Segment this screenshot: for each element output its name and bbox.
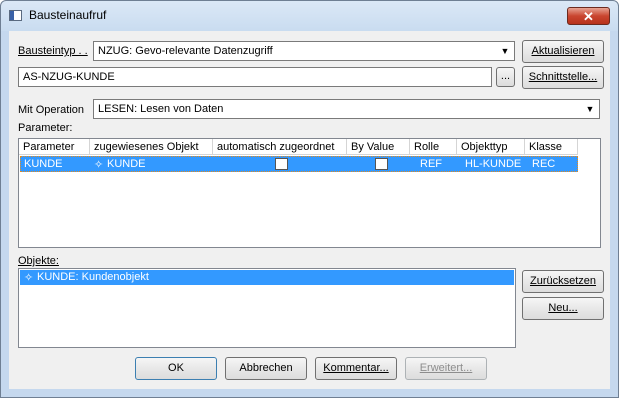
schnittstelle-button[interactable]: Schnittstelle... <box>522 66 604 89</box>
by-value-checkbox[interactable] <box>375 158 388 170</box>
baustein-name-field[interactable]: AS-NZUG-KUNDE <box>18 67 492 87</box>
dialog-client: Bausteintyp . . NZUG: Gevo-relevante Dat… <box>9 31 610 389</box>
table-row[interactable]: KUNDE ✧ KUNDE REF HL-KUNDE REC <box>20 156 578 172</box>
window-title: Bausteinaufruf <box>29 8 107 22</box>
close-button[interactable]: ✕ <box>567 7 610 25</box>
kommentar-button[interactable]: Kommentar... <box>315 357 397 380</box>
objekte-list[interactable]: ✧ KUNDE: Kundenobjekt <box>18 268 516 348</box>
zuruecksetzen-button[interactable]: Zurücksetzen <box>522 270 604 293</box>
cell-parameter: KUNDE <box>24 158 63 170</box>
cell-klasse: REC <box>532 158 556 170</box>
list-item-label: KUNDE: Kundenobjekt <box>37 271 149 283</box>
cell-objekttyp: HL-KUNDE <box>465 158 522 170</box>
column-header[interactable]: Objekttyp <box>457 139 525 155</box>
cell-rolle: REF <box>420 158 442 170</box>
list-item[interactable]: ✧ KUNDE: Kundenobjekt <box>20 270 514 285</box>
neu-label: Neu... <box>548 302 578 314</box>
baustein-name-value: AS-NZUG-KUNDE <box>23 71 115 83</box>
operation-label: Mit Operation <box>18 104 85 116</box>
column-header[interactable]: Rolle <box>410 139 457 155</box>
abbrechen-button[interactable]: Abbrechen <box>225 357 307 380</box>
objekte-label: Objekte: <box>18 255 59 267</box>
chevron-down-icon[interactable]: ▼ <box>497 43 513 59</box>
browse-button[interactable]: ... <box>496 67 515 87</box>
chevron-down-icon[interactable]: ▼ <box>582 101 598 117</box>
operation-select[interactable]: LESEN: Lesen von Daten ▼ <box>93 99 600 119</box>
table-header: Parameter zugewiesenes Objekt automatisc… <box>19 139 600 156</box>
dialog-window: Bausteinaufruf ✕ Bausteintyp . . NZUG: G… <box>0 0 619 398</box>
title-bar[interactable]: Bausteinaufruf ✕ <box>1 1 618 31</box>
erweitert-button: Erweitert... <box>405 357 487 380</box>
aktualisieren-label: Aktualisieren <box>531 45 595 57</box>
parameter-label: Parameter: <box>18 122 73 134</box>
column-header[interactable]: automatisch zugeordnet <box>213 139 347 155</box>
kommentar-label: Kommentar... <box>323 362 389 374</box>
neu-button[interactable]: Neu... <box>522 297 604 320</box>
column-header[interactable]: Klasse <box>525 139 578 155</box>
aktualisieren-button[interactable]: Aktualisieren <box>522 40 604 63</box>
zuruecksetzen-label: Zurücksetzen <box>529 275 597 287</box>
column-header[interactable]: Parameter <box>19 139 90 155</box>
bausteintyp-value: NZUG: Gevo-relevante Datenzugriff <box>98 45 273 57</box>
window-icon <box>9 10 22 21</box>
erweitert-label: Erweitert... <box>419 362 473 374</box>
object-icon: ✧ <box>94 159 104 171</box>
parameter-table[interactable]: Parameter zugewiesenes Objekt automatisc… <box>18 138 601 248</box>
bausteintyp-label: Bausteintyp . . <box>18 45 88 57</box>
auto-checkbox[interactable] <box>275 158 288 170</box>
bausteintyp-select[interactable]: NZUG: Gevo-relevante Datenzugriff ▼ <box>93 41 515 61</box>
schnittstelle-label: Schnittstelle... <box>528 71 598 83</box>
column-header[interactable]: By Value <box>347 139 410 155</box>
ok-button[interactable]: OK <box>135 357 217 380</box>
column-header[interactable]: zugewiesenes Objekt <box>90 139 213 155</box>
cell-objekt: KUNDE <box>107 158 146 170</box>
object-icon: ✧ <box>24 272 34 284</box>
operation-value: LESEN: Lesen von Daten <box>98 103 224 115</box>
